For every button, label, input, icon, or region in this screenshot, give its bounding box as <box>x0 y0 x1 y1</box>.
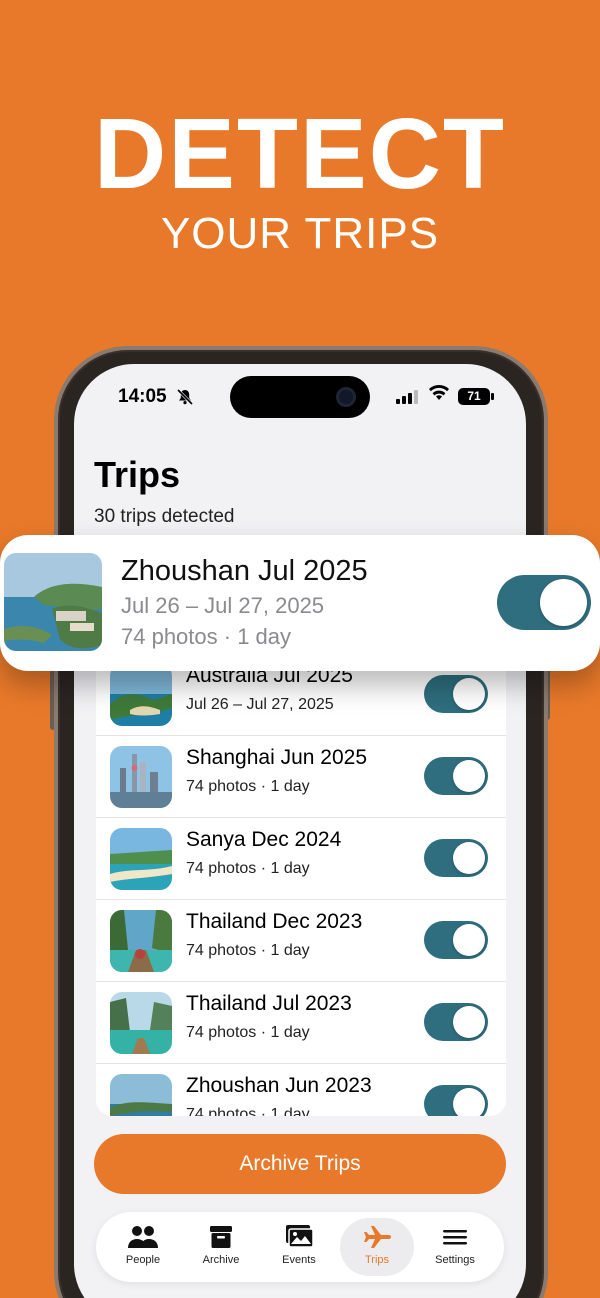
tab-archive[interactable]: Archive <box>184 1218 258 1276</box>
toggle-knob <box>453 1006 485 1038</box>
tab-label: Archive <box>202 1254 240 1266</box>
camera-icon <box>336 387 356 407</box>
trip-meta: 74 photos · 1 day <box>186 860 310 877</box>
dynamic-island <box>230 376 370 418</box>
trip-toggle[interactable] <box>424 1085 488 1116</box>
tab-label: Events <box>282 1254 316 1266</box>
trips-list[interactable]: Australia Jul 2025 Jul 26 – Jul 27, 2025… <box>96 654 506 1116</box>
trip-title: Zhoushan Jun 2023 <box>186 1074 372 1097</box>
featured-trip-title: Zhoushan Jul 2025 <box>121 555 368 587</box>
trip-thumbnail <box>4 553 102 651</box>
featured-trip-dates: Jul 26 – Jul 27, 2025 <box>121 593 325 618</box>
trip-meta: 74 photos · 1 day <box>186 778 310 795</box>
trip-row[interactable]: Sanya Dec 2024 74 photos · 1 day <box>96 818 506 900</box>
trip-toggle[interactable] <box>424 1003 488 1041</box>
tab-people[interactable]: People <box>106 1218 180 1276</box>
trip-thumbnail <box>110 664 172 726</box>
toggle-knob <box>540 579 587 626</box>
trip-title: Thailand Jul 2023 <box>186 992 352 1015</box>
trip-meta: 74 photos · 1 day <box>186 942 310 959</box>
tab-label: People <box>125 1254 161 1266</box>
trip-thumbnail <box>110 1074 172 1116</box>
airplane-icon <box>364 1226 391 1248</box>
trip-thumbnail <box>110 828 172 890</box>
archive-trips-button[interactable]: Archive Trips <box>94 1134 506 1194</box>
trip-thumbnail <box>110 992 172 1054</box>
settings-icon <box>443 1230 467 1245</box>
tab-label: Trips <box>364 1254 390 1266</box>
promo-subline: YOUR TRIPS <box>160 209 440 258</box>
cellular-signal-icon <box>396 390 418 404</box>
tab-events[interactable]: Events <box>262 1218 336 1276</box>
trip-thumbnail <box>110 746 172 808</box>
trip-meta: 74 photos · 1 day <box>186 1024 310 1041</box>
trip-title: Thailand Dec 2023 <box>186 910 363 933</box>
trip-toggle[interactable] <box>424 675 488 713</box>
trip-toggle[interactable] <box>424 921 488 959</box>
featured-trip-meta: 74 photos · 1 day <box>121 624 292 649</box>
trip-meta: 74 photos · 1 day <box>186 1106 310 1116</box>
trip-toggle[interactable] <box>424 757 488 795</box>
toggle-knob <box>453 760 485 792</box>
wifi-icon <box>429 384 449 400</box>
trip-title: Shanghai Jun 2025 <box>186 746 367 769</box>
people-icon <box>128 1226 158 1248</box>
status-time: 14:05 <box>118 386 167 407</box>
toggle-knob <box>453 842 485 874</box>
bell-slash-icon <box>176 388 194 406</box>
trip-row[interactable]: Shanghai Jun 2025 74 photos · 1 day <box>96 736 506 818</box>
battery-icon: 71 <box>458 388 494 405</box>
trip-row[interactable]: Thailand Dec 2023 74 photos · 1 day <box>96 900 506 982</box>
toggle-knob <box>453 1088 485 1116</box>
toggle-knob <box>453 678 485 710</box>
trip-meta: Jul 26 – Jul 27, 2025 <box>186 696 334 713</box>
tab-settings[interactable]: Settings <box>418 1218 492 1276</box>
trip-title: Sanya Dec 2024 <box>186 828 342 851</box>
trip-row[interactable]: Zhoushan Jun 2023 74 photos · 1 day <box>96 1064 506 1116</box>
trips-count: 30 trips detected <box>94 506 235 527</box>
featured-trip-toggle[interactable] <box>497 575 591 630</box>
trip-row[interactable]: Thailand Jul 2023 74 photos · 1 day <box>96 982 506 1064</box>
trip-thumbnail <box>110 910 172 972</box>
tab-trips[interactable]: Trips <box>340 1218 414 1276</box>
toggle-knob <box>453 924 485 956</box>
promo-headline: DETECT <box>94 98 506 210</box>
tab-bar: People Archive Events Trips Settings <box>96 1212 504 1282</box>
phone-screen: 14:05 71 Trips 30 trips detected Austral… <box>74 364 526 1298</box>
tab-label: Settings <box>435 1254 475 1266</box>
events-icon <box>286 1225 314 1248</box>
archive-icon <box>210 1226 232 1248</box>
featured-trip-card[interactable]: Zhoushan Jul 2025 Jul 26 – Jul 27, 2025 … <box>0 535 600 671</box>
trip-toggle[interactable] <box>424 839 488 877</box>
page-title: Trips <box>94 454 181 495</box>
